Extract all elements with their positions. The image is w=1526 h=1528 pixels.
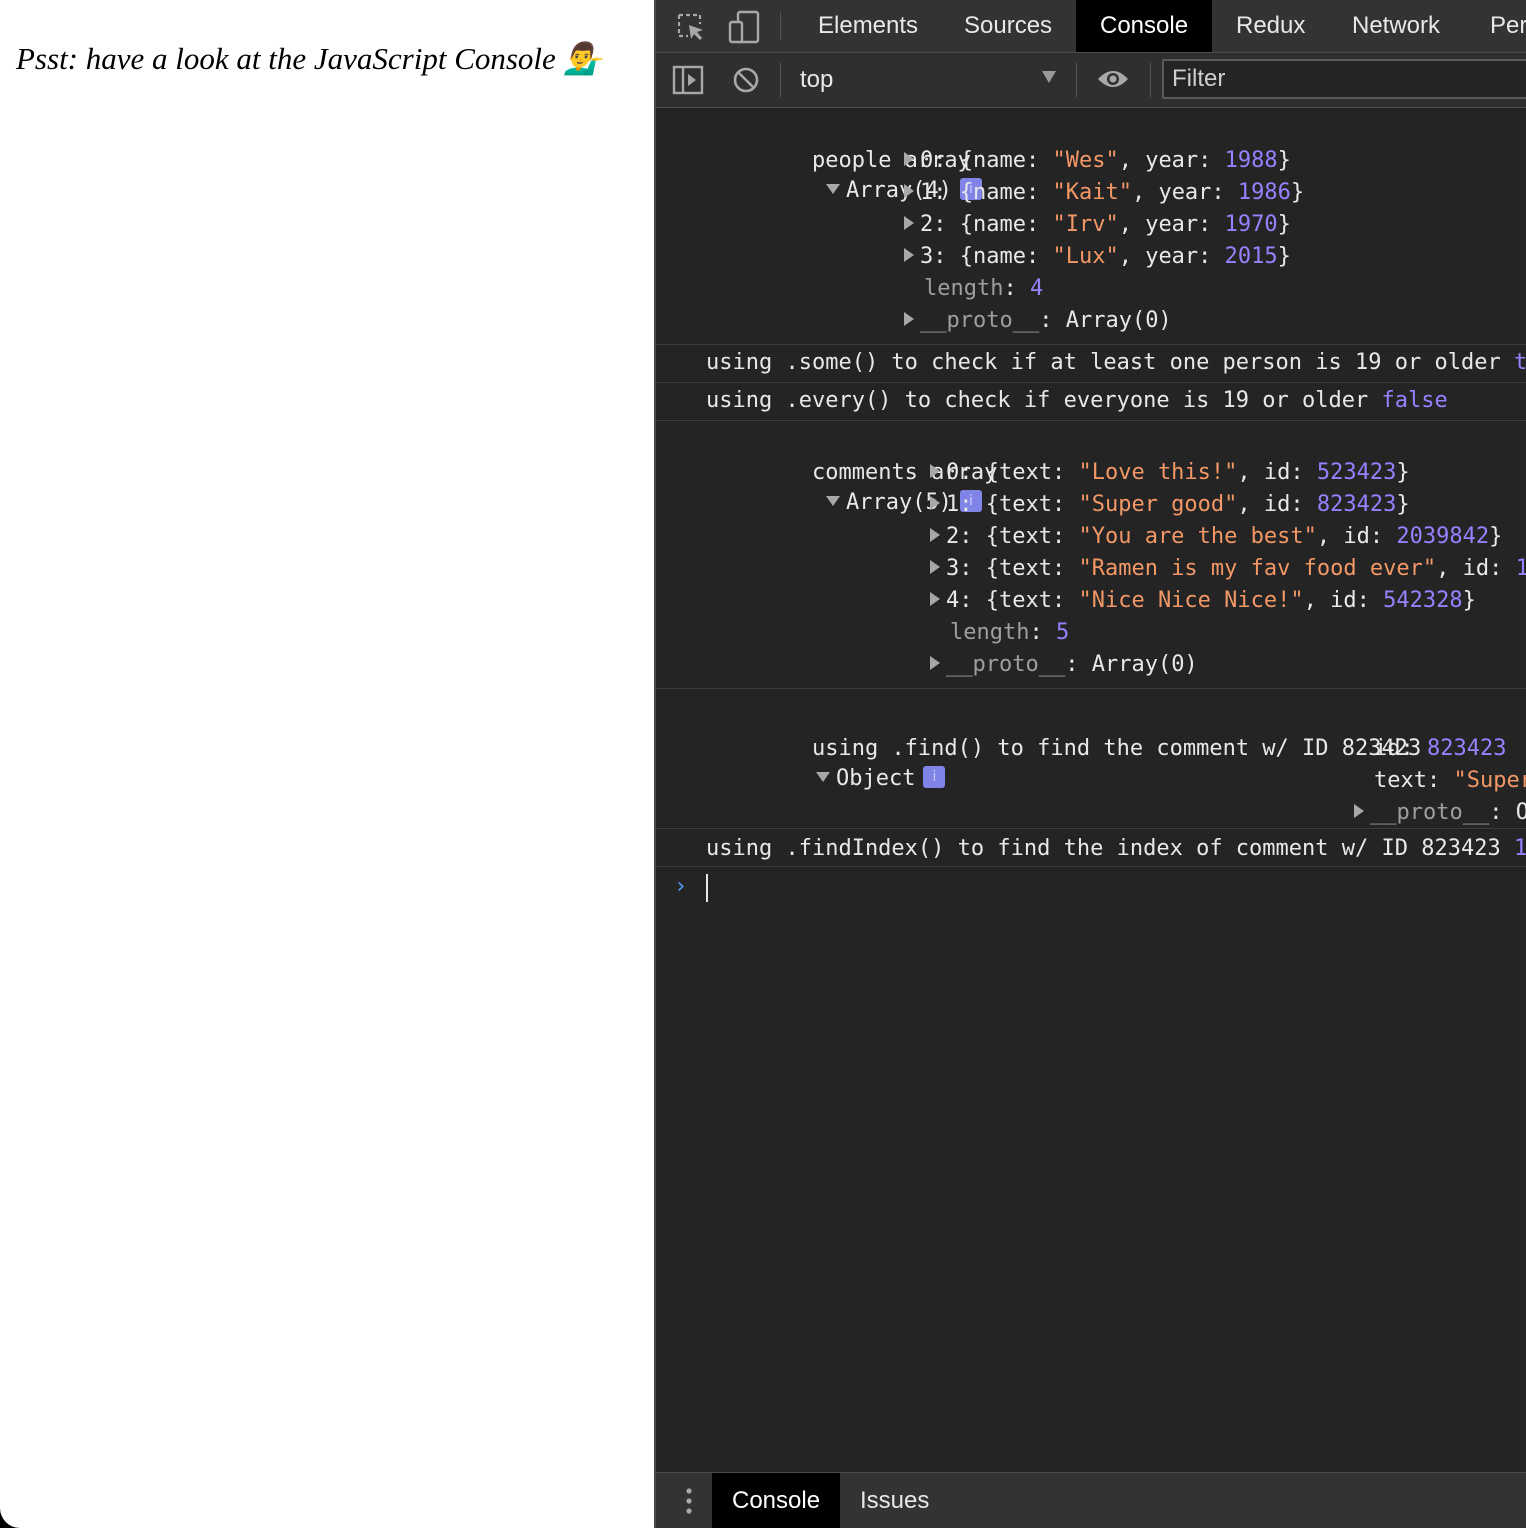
triangle-right-icon [904,184,914,198]
context-selector[interactable]: top [800,66,833,94]
page-message: Psst: have a look at the JavaScript Cons… [16,41,603,76]
console-prompt-icon: › [674,874,688,899]
tab-sources[interactable]: Sources [964,0,1052,52]
triangle-right-icon [930,592,940,606]
log-message-some: using .some() to check if at least one p… [656,344,1526,383]
triangle-down-icon [815,772,830,782]
triangle-right-icon [930,560,940,574]
object-property: text: "Super [1374,768,1526,793]
triangle-right-icon [904,216,914,230]
info-icon: i [923,766,946,788]
proto-entry[interactable]: __proto__: O [1354,798,1526,828]
length-property: length: 5 [950,620,1070,645]
log-message-findindex: using .findIndex() to find the index of … [656,828,1526,867]
triangle-right-icon [930,528,940,542]
log-message-find: using .find() to find the comment w/ ID … [656,688,1526,829]
object-entry[interactable]: 4: {text: "Nice Nice Nice!", id: 542328} [930,586,1476,616]
tab-performance[interactable]: Per [1490,0,1526,52]
devtools-tab-bar: Elements Sources Console Redux Network P… [656,0,1526,53]
object-property: id: 823423 [1374,736,1507,761]
log-message-every: using .every() to check if everyone is 1… [656,382,1526,421]
proto-entry[interactable]: __proto__: Array(0) [904,306,1172,336]
triangle-right-icon [904,248,914,262]
triangle-right-icon [930,496,940,510]
tab-network[interactable]: Network [1352,0,1440,52]
devtools-panel: Elements Sources Console Redux Network P… [654,0,1526,1528]
live-expression-eye-icon[interactable] [1096,67,1130,91]
triangle-right-icon [904,152,914,166]
object-entry[interactable]: 0: {text: "Love this!", id: 523423} [930,458,1410,488]
triangle-right-icon [930,464,940,478]
object-entry[interactable]: 2: {name: "Irv", year: 1970} [904,210,1291,240]
console-toolbar: top [656,53,1526,108]
console-filter-input[interactable] [1162,59,1526,99]
object-entry[interactable]: 3: {text: "Ramen is my fav food ever", i… [930,554,1526,584]
object-entry[interactable]: 1: {text: "Super good", id: 823423} [930,490,1410,520]
length-property: length: 4 [924,276,1044,301]
triangle-down-icon [825,184,840,194]
inspect-element-icon[interactable] [676,12,706,42]
tab-redux[interactable]: Redux [1236,0,1305,52]
object-entry[interactable]: 0: {name: "Wes", year: 1988} [904,146,1291,176]
proto-entry[interactable]: __proto__: Array(0) [930,650,1198,680]
triangle-right-icon [904,312,914,326]
object-entry[interactable]: 2: {text: "You are the best", id: 203984… [930,522,1502,552]
expand-toggle[interactable]: Object [815,766,915,791]
triangle-right-icon [1354,804,1364,818]
console-input[interactable] [706,874,708,902]
tab-console[interactable]: Console [1076,0,1213,52]
log-message-people: people array Array(4) i 0: {name: "Wes", … [656,108,1526,345]
device-toolbar-icon[interactable] [728,10,760,44]
triangle-down-icon [825,496,840,506]
tab-elements[interactable]: Elements [818,0,918,52]
drawer-tab-console[interactable]: Console [712,1473,841,1528]
devtools-drawer-tabs: Console Issues [656,1472,1526,1528]
triangle-right-icon [930,656,940,670]
clear-console-icon[interactable] [732,66,760,94]
drawer-tab-issues[interactable]: Issues [860,1473,929,1528]
window-corner [0,1508,20,1528]
page-viewport: Psst: have a look at the JavaScript Cons… [0,0,654,1528]
context-dropdown-icon[interactable] [1042,71,1056,83]
log-message-comments: comments array Array(5) i 0: {text: "Love… [656,420,1526,689]
object-entry[interactable]: 3: {name: "Lux", year: 2015} [904,242,1291,272]
object-entry[interactable]: 1: {name: "Kait", year: 1986} [904,178,1304,208]
show-sidebar-icon[interactable] [672,65,704,95]
console-output: people array Array(4) i 0: {name: "Wes", … [656,108,1526,1472]
more-options-icon[interactable] [686,1487,692,1515]
